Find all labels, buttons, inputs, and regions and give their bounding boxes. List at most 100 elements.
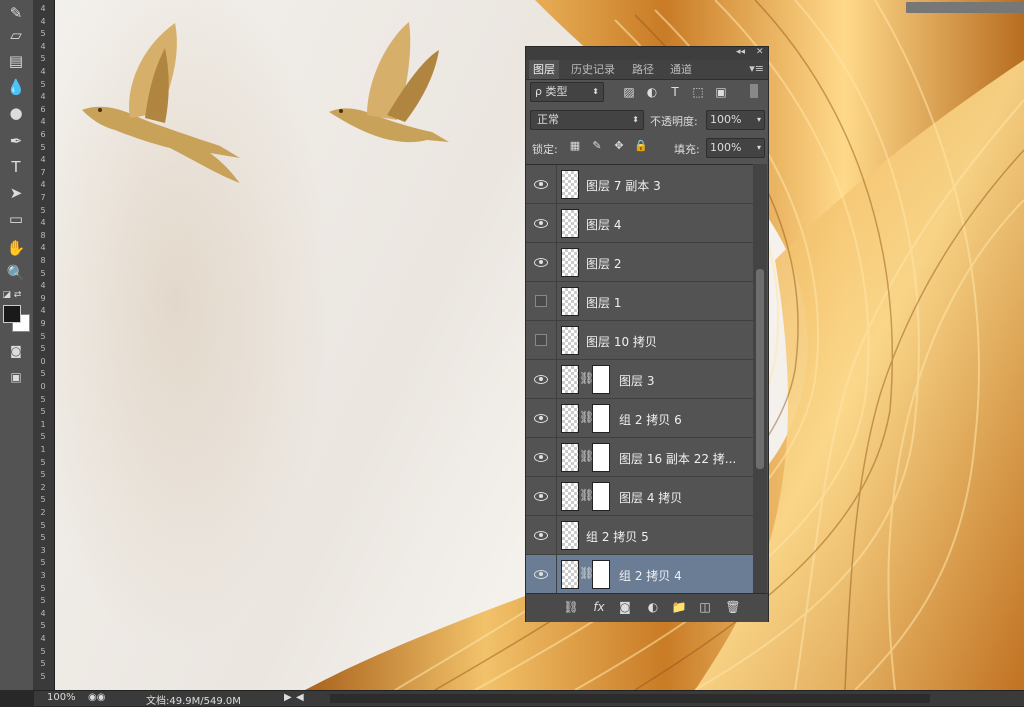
layer-filter-select[interactable]: ρ 类型 ⬍ <box>530 82 604 102</box>
layer-row[interactable]: ⛓ 图层 3 <box>526 360 753 399</box>
layer-mask-thumbnail[interactable] <box>592 482 610 511</box>
layer-visibility-toggle[interactable] <box>526 360 557 398</box>
layer-name[interactable]: 组 2 拷贝 5 <box>586 528 649 545</box>
status-menu-arrow-icon[interactable]: ▶ <box>284 692 292 703</box>
chevron-updown-icon: ⬍ <box>592 87 599 96</box>
dodge-icon[interactable]: ● <box>4 102 28 124</box>
filter-pixel-icon[interactable]: ▨ <box>621 84 637 100</box>
foreground-color-swatch[interactable] <box>3 305 21 323</box>
layer-visibility-toggle[interactable] <box>526 204 557 242</box>
layer-visibility-toggle[interactable] <box>526 399 557 437</box>
blur-icon[interactable]: 💧 <box>4 76 28 98</box>
layer-name[interactable]: 组 2 拷贝 6 <box>619 411 682 428</box>
mask-link-icon[interactable]: ⛓ <box>579 371 594 385</box>
tab-history[interactable]: 历史记录 <box>567 60 619 79</box>
zoom-level[interactable]: 100% <box>47 692 76 703</box>
layer-name[interactable]: 图层 10 拷贝 <box>586 333 657 350</box>
panel-menu-icon[interactable]: ▾≡ <box>749 62 764 75</box>
tab-paths[interactable]: 路径 <box>628 60 658 79</box>
fx-icon[interactable]: fx <box>590 599 608 615</box>
default-colors-icon[interactable]: ◪ ⇄ <box>0 284 24 306</box>
quick-mask-icon[interactable]: ◙ <box>4 340 28 362</box>
link-layers-icon[interactable]: ⛓ <box>562 599 580 615</box>
layer-row[interactable]: 图层 2 <box>526 243 753 282</box>
filter-type-icon[interactable]: T <box>667 84 683 100</box>
layer-visibility-toggle[interactable] <box>526 165 557 203</box>
layer-name[interactable]: 图层 4 <box>586 216 621 233</box>
status-icon[interactable]: ◉◉ <box>88 692 105 703</box>
layer-name[interactable]: 图层 16 副本 22 拷... <box>619 450 736 467</box>
new-layer-icon[interactable]: ◫ <box>696 599 714 615</box>
filter-smartobject-icon[interactable]: ▣ <box>713 84 729 100</box>
layer-list-scrollbar[interactable] <box>753 164 767 593</box>
fill-field[interactable]: 100% ▾ <box>706 138 765 158</box>
delete-layer-icon[interactable]: 🗑 <box>724 599 742 615</box>
hand-icon[interactable]: ✋ <box>4 237 28 259</box>
opacity-field[interactable]: 100% ▾ <box>706 110 765 130</box>
tab-layers[interactable]: 图层 <box>529 60 559 79</box>
layer-row[interactable]: ⛓ 图层 16 副本 22 拷... <box>526 438 753 477</box>
lock-pixels-icon[interactable]: ✎ <box>590 139 604 153</box>
layer-visibility-toggle[interactable] <box>526 282 557 320</box>
layer-visibility-toggle[interactable] <box>526 438 557 476</box>
layer-row[interactable]: ⛓ 图层 4 拷贝 <box>526 477 753 516</box>
scrollbar-thumb[interactable] <box>756 269 764 469</box>
type-icon[interactable]: T <box>4 156 28 178</box>
horizontal-scrollbar-thumb[interactable] <box>906 2 1024 13</box>
lock-position-icon[interactable]: ✥ <box>612 139 626 153</box>
layer-mask-thumbnail[interactable] <box>592 560 610 589</box>
new-group-icon[interactable]: 📁 <box>670 599 688 615</box>
zoom-icon[interactable]: 🔍 <box>4 262 28 284</box>
layer-row[interactable]: 图层 10 拷贝 <box>526 321 753 360</box>
scroll-left-icon[interactable]: ◀ <box>296 692 304 703</box>
layer-visibility-toggle[interactable] <box>526 516 557 554</box>
ruler-tick-label: 9 <box>40 319 46 328</box>
layer-name[interactable]: 图层 4 拷贝 <box>619 489 682 506</box>
layer-row[interactable]: 图层 1 <box>526 282 753 321</box>
layer-name[interactable]: 图层 2 <box>586 255 621 272</box>
collapse-icon[interactable]: ◂◂ <box>736 47 745 57</box>
filter-adjustment-icon[interactable]: ◐ <box>644 84 660 100</box>
rectangle-icon[interactable]: ▭ <box>4 208 28 230</box>
adjustment-layer-icon[interactable]: ◐ <box>644 599 662 615</box>
layer-row[interactable]: 图层 4 <box>526 204 753 243</box>
layer-row[interactable]: ⛓ 组 2 拷贝 4 <box>526 555 753 594</box>
layer-row[interactable]: 组 2 拷贝 5 <box>526 516 753 555</box>
add-mask-icon[interactable]: ◙ <box>616 599 634 615</box>
path-select-icon[interactable]: ➤ <box>4 182 28 204</box>
layer-visibility-toggle[interactable] <box>526 555 557 593</box>
ruler-tick-label: 4 <box>40 608 46 618</box>
layer-row[interactable]: 图层 7 副本 3 <box>526 165 753 204</box>
layer-name[interactable]: 图层 7 副本 3 <box>586 177 661 194</box>
layer-name[interactable]: 图层 3 <box>619 372 654 389</box>
layer-row[interactable]: ⛓ 组 2 拷贝 6 <box>526 399 753 438</box>
layer-name[interactable]: 组 2 拷贝 4 <box>619 567 682 584</box>
filter-toggle-switch[interactable] <box>750 84 758 98</box>
mask-link-icon[interactable]: ⛓ <box>579 410 594 424</box>
history-brush-icon[interactable]: ✎ <box>4 2 28 24</box>
layer-mask-thumbnail[interactable] <box>592 404 610 433</box>
layer-visibility-toggle[interactable] <box>526 321 557 359</box>
layer-mask-thumbnail[interactable] <box>592 443 610 472</box>
gradient-icon[interactable]: ▤ <box>4 50 28 72</box>
layer-visibility-toggle[interactable] <box>526 243 557 281</box>
lock-all-icon[interactable]: 🔒 <box>634 139 648 153</box>
pen-icon[interactable]: ✒ <box>4 130 28 152</box>
vertical-ruler: 4 4 5 4 5 4 5 4 6 4 6 5 4 7 4 7 5 4 8 4 8 5 4 9 4 9 5 5 0 5 0 5 5 1 5 1 5 5 2 5… <box>34 0 55 690</box>
layer-mask-thumbnail[interactable] <box>592 365 610 394</box>
close-icon[interactable]: ✕ <box>756 47 764 57</box>
blend-mode-select[interactable]: 正常 ⬍ <box>530 110 644 130</box>
layer-visibility-toggle[interactable] <box>526 477 557 515</box>
mask-link-icon[interactable]: ⛓ <box>579 488 594 502</box>
tab-channels[interactable]: 通道 <box>666 60 696 79</box>
mask-link-icon[interactable]: ⛓ <box>579 566 594 580</box>
filter-shape-icon[interactable]: ⬚ <box>690 84 706 100</box>
horizontal-scrollbar[interactable] <box>330 694 930 703</box>
eraser-icon[interactable]: ▱ <box>4 24 28 46</box>
lock-transparent-icon[interactable]: ▦ <box>568 139 582 153</box>
mask-link-icon[interactable]: ⛓ <box>579 449 594 463</box>
eye-icon <box>534 530 548 540</box>
screen-mode-icon[interactable]: ▣ <box>4 366 28 388</box>
layer-name[interactable]: 图层 1 <box>586 294 621 311</box>
panel-title-bar[interactable]: ◂◂ ✕ <box>526 47 768 60</box>
